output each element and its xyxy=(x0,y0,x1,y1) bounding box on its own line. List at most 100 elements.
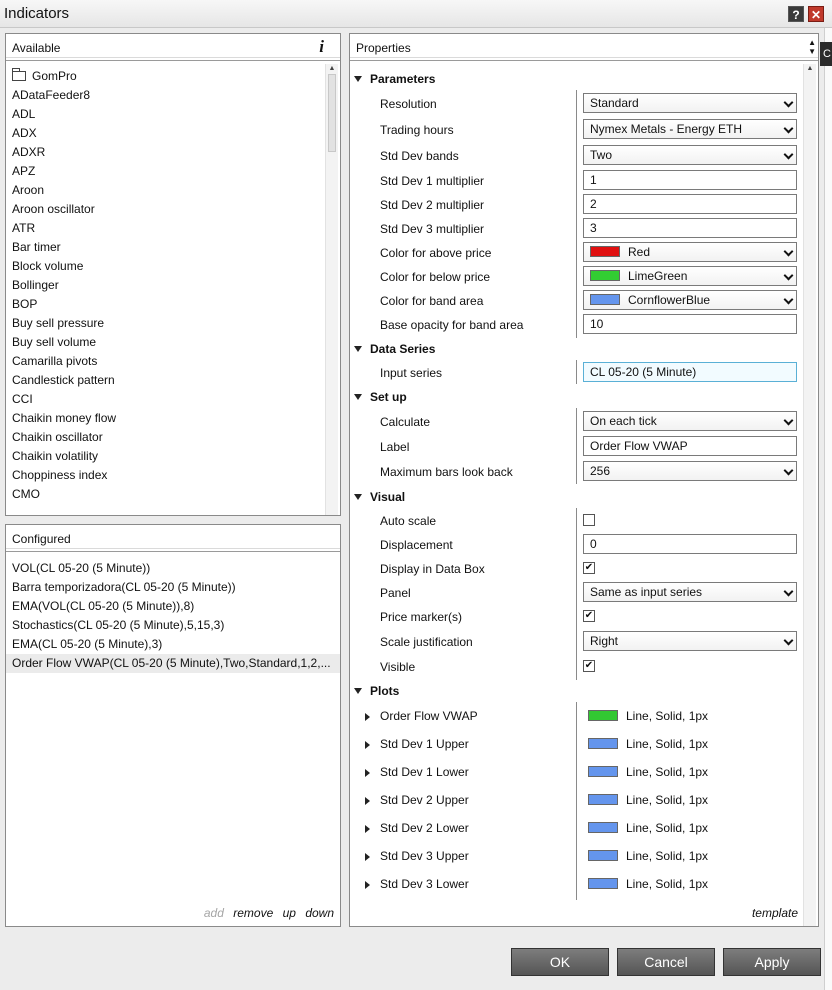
visible-checkbox[interactable]: ✔ xyxy=(583,660,595,672)
chevron-down-icon xyxy=(783,123,794,134)
chevron-down-icon xyxy=(783,246,794,257)
expand-icon[interactable] xyxy=(365,741,370,749)
list-item[interactable]: ATR xyxy=(6,219,340,238)
apply-button[interactable]: Apply xyxy=(723,948,821,976)
expand-icon[interactable] xyxy=(365,797,370,805)
section-plots[interactable]: Plots xyxy=(354,680,399,702)
max-bars-select[interactable]: 256 xyxy=(583,461,797,481)
list-item[interactable]: ADX xyxy=(6,124,340,143)
list-item[interactable]: Chaikin money flow xyxy=(6,409,340,428)
configured-item[interactable]: EMA(CL 05-20 (5 Minute),3) xyxy=(6,635,340,654)
color-band-select[interactable]: CornflowerBlue xyxy=(583,290,797,310)
list-item[interactable]: Buy sell volume xyxy=(6,333,340,352)
section-parameters[interactable]: Parameters xyxy=(354,68,435,90)
scroll-up-arrow-icon[interactable]: ▲ xyxy=(804,64,816,74)
displacement-input[interactable]: 0 xyxy=(583,534,797,554)
list-item[interactable]: APZ xyxy=(6,162,340,181)
remove-link[interactable]: remove xyxy=(233,906,273,920)
cancel-button[interactable]: Cancel xyxy=(617,948,715,976)
resolution-select[interactable]: Standard xyxy=(583,93,797,113)
max-bars-value: 256 xyxy=(590,464,611,478)
header-divider xyxy=(350,57,818,58)
section-data-series[interactable]: Data Series xyxy=(354,338,435,360)
expand-icon[interactable] xyxy=(365,853,370,861)
list-item[interactable]: Choppiness index xyxy=(6,466,340,485)
configured-item[interactable]: EMA(VOL(CL 05-20 (5 Minute)),8) xyxy=(6,597,340,616)
list-item[interactable]: BOP xyxy=(6,295,340,314)
std-dev2-input[interactable]: 2 xyxy=(583,194,797,214)
list-item[interactable]: CCI xyxy=(6,390,340,409)
std-dev1-label: Std Dev 1 multiplier xyxy=(380,174,485,188)
section-setup[interactable]: Set up xyxy=(354,386,407,408)
plot-style[interactable]: Line, Solid, 1px xyxy=(588,793,708,807)
opacity-input[interactable]: 10 xyxy=(583,314,797,334)
section-visual[interactable]: Visual xyxy=(354,486,405,508)
list-item[interactable]: Aroon oscillator xyxy=(6,200,340,219)
expand-icon[interactable] xyxy=(365,713,370,721)
list-item[interactable]: ADXR xyxy=(6,143,340,162)
properties-scrollbar[interactable]: ▲ xyxy=(803,64,816,926)
configured-item[interactable]: VOL(CL 05-20 (5 Minute)) xyxy=(6,559,340,578)
list-item[interactable]: Chaikin oscillator xyxy=(6,428,340,447)
expand-icon[interactable] xyxy=(365,881,370,889)
section-label: Set up xyxy=(370,390,407,404)
list-item[interactable]: Block volume xyxy=(6,257,340,276)
help-button[interactable]: ? xyxy=(788,6,804,22)
list-item-label: Block volume xyxy=(12,259,84,273)
close-button[interactable]: ✕ xyxy=(808,6,824,22)
configured-item[interactable]: Stochastics(CL 05-20 (5 Minute),5,15,3) xyxy=(6,616,340,635)
list-item[interactable]: Aroon xyxy=(6,181,340,200)
input-series-field[interactable]: CL 05-20 (5 Minute) xyxy=(583,362,797,382)
color-above-select[interactable]: Red xyxy=(583,242,797,262)
list-item-label: Chaikin volatility xyxy=(12,449,99,463)
collapse-icon xyxy=(354,494,362,500)
label-input[interactable]: Order Flow VWAP xyxy=(583,436,797,456)
trading-hours-select[interactable]: Nymex Metals - Energy ETH xyxy=(583,119,797,139)
scroll-up-arrow-icon[interactable]: ▲ xyxy=(326,64,338,74)
down-link[interactable]: down xyxy=(305,906,334,920)
list-item[interactable]: CMO xyxy=(6,485,340,504)
std-dev3-input[interactable]: 3 xyxy=(583,218,797,238)
plot-style[interactable]: Line, Solid, 1px xyxy=(588,849,708,863)
list-item[interactable]: ADataFeeder8 xyxy=(6,86,340,105)
list-item[interactable]: Buy sell pressure xyxy=(6,314,340,333)
add-link[interactable]: add xyxy=(204,906,224,920)
list-item[interactable]: GomPro xyxy=(6,67,340,86)
list-item[interactable]: Bar timer xyxy=(6,238,340,257)
template-link[interactable]: template xyxy=(752,906,798,920)
std-dev1-input[interactable]: 1 xyxy=(583,170,797,190)
available-scrollbar[interactable]: ▲ xyxy=(325,64,338,515)
color-swatch xyxy=(590,246,620,258)
configured-item[interactable]: Barra temporizadora(CL 05-20 (5 Minute)) xyxy=(6,578,340,597)
auto-scale-checkbox[interactable] xyxy=(583,514,595,526)
ok-button[interactable]: OK xyxy=(511,948,609,976)
plot-style[interactable]: Line, Solid, 1px xyxy=(588,877,708,891)
info-icon[interactable]: i xyxy=(319,37,324,57)
price-marker-checkbox[interactable]: ✔ xyxy=(583,610,595,622)
expand-icon[interactable] xyxy=(365,825,370,833)
expand-icon[interactable] xyxy=(365,769,370,777)
configured-title: Configured xyxy=(12,532,71,546)
plot-style[interactable]: Line, Solid, 1px xyxy=(588,709,708,723)
up-link[interactable]: up xyxy=(283,906,296,920)
properties-header: Properties xyxy=(350,34,818,61)
list-item[interactable]: Candlestick pattern xyxy=(6,371,340,390)
section-label: Plots xyxy=(370,684,400,698)
plot-style[interactable]: Line, Solid, 1px xyxy=(588,821,708,835)
list-item[interactable]: Camarilla pivots xyxy=(6,352,340,371)
panel-select[interactable]: Same as input series xyxy=(583,582,797,602)
data-box-checkbox[interactable]: ✔ xyxy=(583,562,595,574)
scale-just-select[interactable]: Right xyxy=(583,631,797,651)
color-below-select[interactable]: LimeGreen xyxy=(583,266,797,286)
configured-item[interactable]: Order Flow VWAP(CL 05-20 (5 Minute),Two,… xyxy=(6,654,340,673)
list-item[interactable]: Bollinger xyxy=(6,276,340,295)
header-scroll-arrows-icon[interactable]: ▲ ▼ xyxy=(808,38,816,56)
scroll-thumb[interactable] xyxy=(328,74,336,152)
list-item[interactable]: Chaikin volatility xyxy=(6,447,340,466)
list-item[interactable]: ADL xyxy=(6,105,340,124)
plot-style[interactable]: Line, Solid, 1px xyxy=(588,737,708,751)
plot-style[interactable]: Line, Solid, 1px xyxy=(588,765,708,779)
std-dev-bands-select[interactable]: Two xyxy=(583,145,797,165)
calculate-select[interactable]: On each tick xyxy=(583,411,797,431)
folder-icon xyxy=(12,68,26,81)
